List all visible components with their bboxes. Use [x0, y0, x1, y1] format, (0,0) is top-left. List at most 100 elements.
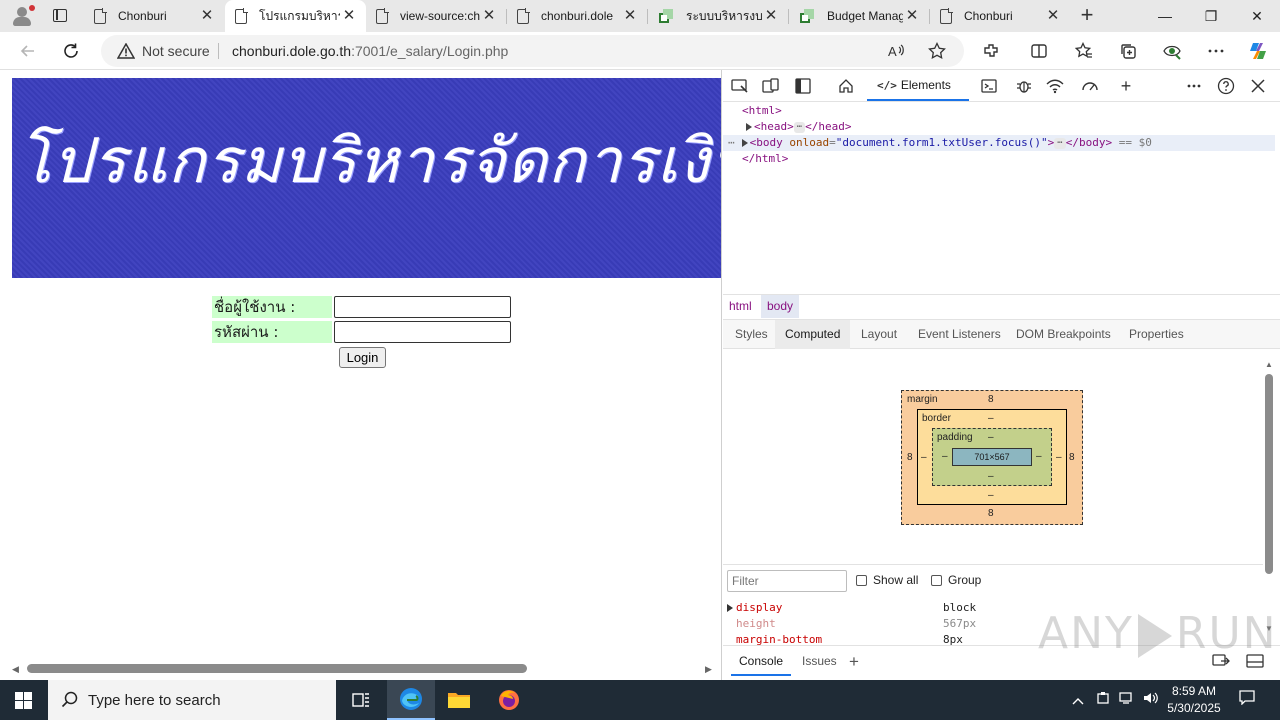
breadcrumb-html[interactable]: html: [723, 295, 758, 318]
tab-close-icon[interactable]: ✕: [762, 7, 780, 25]
scroll-left-icon[interactable]: ◀: [12, 664, 19, 675]
tab-issues[interactable]: Issues: [794, 646, 845, 676]
notifications-icon[interactable]: [1236, 680, 1258, 720]
dock-side-icon[interactable]: [791, 75, 815, 97]
tab-properties[interactable]: Properties: [1119, 320, 1194, 349]
taskbar-search[interactable]: Type here to search: [48, 680, 336, 720]
back-button[interactable]: [14, 37, 42, 65]
group-checkbox[interactable]: [931, 575, 942, 586]
computed-scrollbar[interactable]: ▲ ▼: [1262, 360, 1276, 636]
network-wifi-icon[interactable]: [1043, 75, 1067, 97]
start-button[interactable]: [0, 680, 48, 720]
expand-triangle-icon[interactable]: [741, 139, 748, 147]
device-emulation-icon[interactable]: [759, 75, 783, 97]
tab-styles[interactable]: Styles: [725, 320, 778, 349]
close-devtools-icon[interactable]: [1246, 75, 1270, 97]
collapsed-ellipsis[interactable]: ⋯: [1054, 137, 1066, 149]
box-model-padding[interactable]: padding – – – – 701×567: [932, 428, 1052, 486]
padding-bottom-value[interactable]: –: [988, 471, 994, 482]
read-aloud-icon[interactable]: A: [885, 39, 909, 63]
margin-bottom-value[interactable]: 8: [988, 508, 994, 519]
tab-close-icon[interactable]: ✕: [480, 7, 498, 25]
tab-chonburi-dole[interactable]: chonburi.dole ✕: [507, 0, 647, 32]
border-right-value[interactable]: –: [1056, 452, 1062, 463]
warning-icon[interactable]: [117, 43, 135, 59]
border-top-value[interactable]: –: [988, 413, 994, 424]
tab-chonburi-2[interactable]: Chonburi ✕: [930, 0, 1070, 32]
tab-close-icon[interactable]: ✕: [621, 7, 639, 25]
tab-chonburi-1[interactable]: Chonburi ✕: [84, 0, 224, 32]
minimize-button[interactable]: —: [1142, 0, 1188, 32]
tab-layout[interactable]: Layout: [851, 320, 907, 349]
tab-actions-icon[interactable]: [48, 6, 72, 26]
tab-event-listeners[interactable]: Event Listeners: [908, 320, 1011, 349]
dom-node-html-close[interactable]: </html>: [723, 151, 1275, 167]
scroll-right-icon[interactable]: ▶: [705, 664, 712, 675]
welcome-home-icon[interactable]: [834, 75, 858, 97]
show-hidden-icons-chevron-icon[interactable]: [1068, 680, 1088, 720]
border-bottom-value[interactable]: –: [988, 490, 994, 501]
sources-bug-icon[interactable]: [1012, 75, 1036, 97]
console-icon[interactable]: [977, 75, 1001, 97]
tab-close-icon[interactable]: ✕: [903, 7, 921, 25]
margin-top-value[interactable]: 8: [988, 394, 994, 405]
tab-elements[interactable]: </> Elements: [867, 70, 969, 101]
scrollbar-thumb[interactable]: [27, 664, 527, 673]
refresh-button[interactable]: [57, 37, 85, 65]
volume-icon[interactable]: [1140, 680, 1162, 720]
margin-left-value[interactable]: 8: [907, 452, 913, 463]
help-icon[interactable]: [1214, 75, 1238, 97]
tab-close-icon[interactable]: ✕: [1044, 7, 1062, 25]
file-explorer-icon[interactable]: [435, 680, 483, 720]
expand-triangle-icon[interactable]: [727, 604, 733, 612]
devtools-more-icon[interactable]: [1182, 75, 1206, 97]
firefox-icon[interactable]: [485, 680, 533, 720]
tab-computed[interactable]: Computed: [775, 320, 851, 349]
dom-node-body[interactable]: ⋯ <body onload="document.form1.txtUser.fo…: [723, 135, 1275, 151]
network-icon[interactable]: [1116, 680, 1138, 720]
padding-right-value[interactable]: –: [1036, 451, 1042, 462]
scroll-up-icon[interactable]: ▲: [1265, 360, 1273, 369]
address-bar[interactable]: Not secure chonburi.dole.go.th:7001/e_sa…: [101, 35, 964, 67]
split-screen-icon[interactable]: [1025, 37, 1053, 65]
new-tab-button[interactable]: +: [1075, 4, 1099, 28]
task-view-icon[interactable]: [337, 680, 385, 720]
add-drawer-tab-icon[interactable]: +: [849, 652, 859, 672]
dom-node-head[interactable]: <head> ⋯ </head>: [723, 119, 1275, 135]
margin-right-value[interactable]: 8: [1069, 452, 1075, 463]
edge-browser-icon[interactable]: [387, 680, 435, 720]
favorite-star-icon[interactable]: [925, 39, 949, 63]
tab-close-icon[interactable]: ✕: [198, 7, 216, 25]
favorites-icon[interactable]: [1070, 37, 1098, 65]
system-clock[interactable]: 8:59 AM 5/30/2025: [1162, 683, 1226, 717]
login-button[interactable]: Login: [339, 347, 386, 368]
performance-icon[interactable]: [1078, 75, 1102, 97]
padding-top-value[interactable]: –: [988, 432, 994, 443]
more-tools-plus-icon[interactable]: +: [1114, 75, 1138, 97]
extensions-icon[interactable]: [977, 37, 1005, 65]
not-secure-label[interactable]: Not secure: [142, 43, 210, 59]
usb-device-icon[interactable]: [1093, 680, 1113, 720]
tab-budget-manag[interactable]: Budget Manag ✕: [789, 0, 929, 32]
collapsed-ellipsis[interactable]: ⋯: [793, 121, 806, 133]
breadcrumb-body[interactable]: body: [761, 295, 800, 318]
username-input[interactable]: [334, 296, 511, 318]
scrollbar-thumb[interactable]: [1265, 374, 1273, 574]
tab-view-source[interactable]: view-source:ch ✕: [366, 0, 506, 32]
tab-close-icon[interactable]: ✕: [340, 7, 358, 25]
url-text[interactable]: chonburi.dole.go.th:7001/e_salary/Login.…: [232, 43, 508, 59]
tab-e-salary[interactable]: โปรแกรมบริหารจัดการ ✕: [225, 0, 366, 32]
box-model-margin[interactable]: margin 8 8 8 8 border – – – – padding – …: [901, 390, 1083, 525]
row-actions-marker[interactable]: ⋯: [728, 136, 735, 149]
tab-console[interactable]: Console: [731, 646, 792, 676]
copilot-icon[interactable]: [1244, 37, 1272, 65]
inspect-element-icon[interactable]: [728, 75, 752, 97]
box-model-content[interactable]: 701×567: [952, 448, 1032, 466]
restore-button[interactable]: ❐: [1188, 0, 1234, 32]
close-window-button[interactable]: ✕: [1234, 0, 1280, 32]
browser-essentials-icon[interactable]: [1158, 37, 1186, 65]
show-all-checkbox[interactable]: [856, 575, 867, 586]
box-model-border[interactable]: border – – – – padding – – – – 701×567: [917, 409, 1067, 505]
settings-more-icon[interactable]: [1202, 37, 1230, 65]
filter-input[interactable]: Filter: [727, 570, 847, 592]
